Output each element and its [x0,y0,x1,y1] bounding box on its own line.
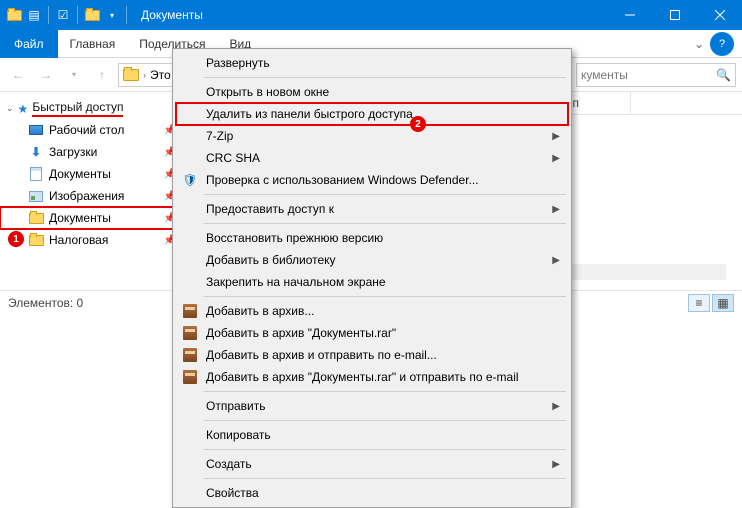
rar-icon [181,346,199,364]
separator [204,449,566,450]
breadcrumb[interactable]: Это [150,68,171,82]
up-button[interactable]: ↑ [90,63,114,87]
search-icon: 🔍 [716,68,731,82]
menu-copy[interactable]: Копировать [176,424,568,446]
back-button[interactable]: ← [6,63,30,87]
sidebar-item-documents[interactable]: Документы 📌 [0,163,180,185]
help-button[interactable]: ? [710,32,734,56]
sidebar-item-label: Документы [49,167,111,181]
status-item-count: Элементов: 0 [8,296,83,310]
menu-add-named-send-email[interactable]: Добавить в архив "Документы.rar" и отпра… [176,366,568,388]
chevron-down-icon[interactable]: ⌄ [688,37,710,51]
sidebar-item-documents-folder[interactable]: Документы 📌 [0,207,180,229]
menu-open-new-window[interactable]: Открыть в новом окне [176,81,568,103]
sidebar-item-label: Рабочий стол [49,123,124,137]
sidebar-item-label: Изображения [49,189,124,203]
checkbox-icon[interactable]: ☑ [55,7,71,23]
menu-restore-previous[interactable]: Восстановить прежнюю версию [176,227,568,249]
document-icon [28,166,44,182]
annotation-badge-2: 2 [410,116,426,132]
recent-dropdown[interactable]: ▾ [62,63,86,87]
sidebar-item-label: Документы [49,211,111,225]
folder-icon [28,210,44,226]
rar-icon [181,368,199,386]
dropdown-icon[interactable]: ▾ [104,7,120,23]
separator [204,420,566,421]
window-title: Документы [135,8,607,22]
rar-icon [181,302,199,320]
chevron-right-icon: ▶ [552,255,560,266]
menu-send-to[interactable]: Отправить▶ [176,395,568,417]
sidebar-item-label: Налоговая [49,233,108,247]
chevron-right-icon: ▶ [552,459,560,470]
separator [204,478,566,479]
menu-expand[interactable]: Развернуть [176,52,568,74]
shield-icon: 🛡 [181,171,199,189]
tab-home[interactable]: Главная [58,31,128,57]
chevron-right-icon: ▶ [552,131,560,142]
details-view-button[interactable]: ≡ [688,294,710,312]
chevron-down-icon: ⌄ [6,103,14,114]
close-button[interactable] [697,0,742,30]
menu-7zip[interactable]: 7-Zip▶ [176,125,568,147]
menu-remove-quick-access[interactable]: Удалить из панели быстрого доступа [176,103,568,125]
folder-icon [28,232,44,248]
sidebar: ⌄ ★ Быстрый доступ Рабочий стол 📌 ⬇ Загр… [0,92,180,290]
search-placeholder: кументы [581,68,628,82]
forward-button[interactable]: → [34,63,58,87]
sidebar-item-downloads[interactable]: ⬇ Загрузки 📌 [0,141,180,163]
menu-give-access[interactable]: Предоставить доступ к▶ [176,198,568,220]
quick-access-toolbar: ▤ ☑ ▾ [0,6,135,24]
menu-pin-start[interactable]: Закрепить на начальном экране [176,271,568,293]
separator [77,6,78,24]
maximize-button[interactable] [652,0,697,30]
minimize-button[interactable] [607,0,652,30]
menu-properties[interactable]: Свойства [176,482,568,504]
separator [126,6,127,24]
image-icon [28,188,44,204]
chevron-right-icon: › [143,70,146,80]
chevron-right-icon: ▶ [552,153,560,164]
menu-add-archive-named[interactable]: Добавить в архив "Документы.rar" [176,322,568,344]
sidebar-item-tax-folder[interactable]: Налоговая 📌 [0,229,180,251]
star-icon: ★ [18,102,29,116]
separator [204,223,566,224]
menu-defender-scan[interactable]: 🛡Проверка с использованием Windows Defen… [176,169,568,191]
chevron-right-icon: ▶ [552,204,560,215]
sidebar-item-pictures[interactable]: Изображения 📌 [0,185,180,207]
search-input[interactable]: кументы 🔍 [576,63,736,87]
context-menu: Развернуть Открыть в новом окне Удалить … [172,48,572,508]
titlebar: ▤ ☑ ▾ Документы [0,0,742,30]
file-tab[interactable]: Файл [0,30,58,58]
rar-icon [181,324,199,342]
menu-create[interactable]: Создать▶ [176,453,568,475]
separator [204,77,566,78]
menu-add-archive[interactable]: Добавить в архив... [176,300,568,322]
properties-icon[interactable]: ▤ [26,7,42,23]
icons-view-button[interactable]: ▦ [712,294,734,312]
quick-access-header[interactable]: ⌄ ★ Быстрый доступ [0,98,180,119]
separator [204,296,566,297]
folder-icon [123,69,139,81]
desktop-icon [28,122,44,138]
annotation-badge-1: 1 [8,231,24,247]
folder-icon [84,7,100,23]
menu-add-send-email[interactable]: Добавить в архив и отправить по e-mail..… [176,344,568,366]
chevron-right-icon: ▶ [552,401,560,412]
separator [204,391,566,392]
folder-icon [6,7,22,23]
menu-add-to-library[interactable]: Добавить в библиотеку▶ [176,249,568,271]
sidebar-item-desktop[interactable]: Рабочий стол 📌 [0,119,180,141]
sidebar-item-label: Загрузки [49,145,97,159]
separator [204,194,566,195]
download-icon: ⬇ [28,144,44,160]
menu-crc-sha[interactable]: CRC SHA▶ [176,147,568,169]
separator [48,6,49,24]
quick-access-label: Быстрый доступ [32,100,123,114]
